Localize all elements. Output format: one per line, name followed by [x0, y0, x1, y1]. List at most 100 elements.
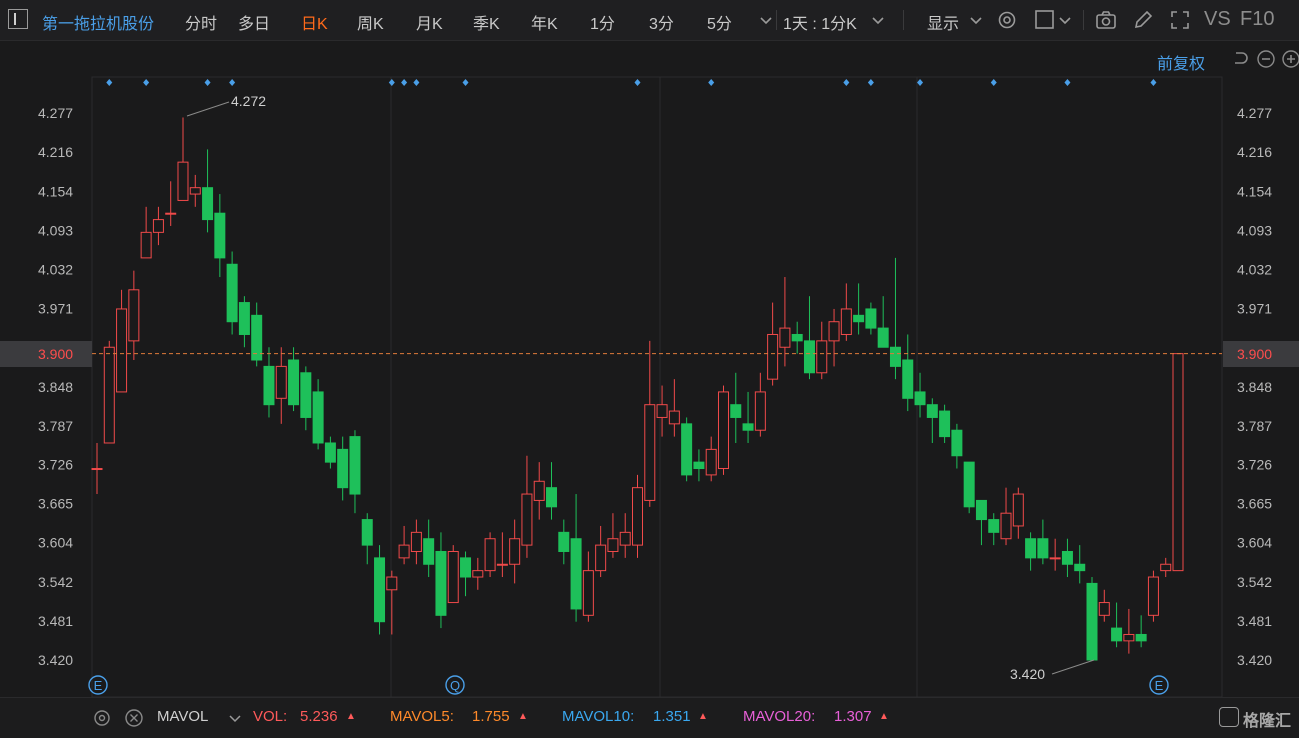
earnings-badge-label: E	[1155, 678, 1164, 693]
candle-up	[840, 308, 852, 335]
candle-down	[939, 410, 951, 438]
candle-up	[386, 576, 398, 591]
candle-up	[189, 187, 201, 195]
watermark: 格隆汇	[1243, 713, 1292, 730]
candlestick-chart[interactable]: 4.277 4.277 4.216 4.216 4.154 4.154 4.093 4.093…	[0, 0, 1299, 697]
candle-up	[484, 538, 496, 572]
candle-up	[632, 487, 643, 546]
candle-down	[226, 263, 238, 323]
price-tick-right: 3.420	[1237, 652, 1272, 668]
candle-down	[214, 212, 226, 259]
candle-down	[963, 461, 975, 508]
mavol10-label: MAVOL10:	[562, 708, 635, 725]
candle-down	[975, 499, 987, 521]
earnings-badge-label: E	[94, 678, 103, 693]
price-tick-left: 3.848	[38, 379, 73, 395]
price-tick-left: 3.604	[38, 535, 73, 551]
price-tick-right: 3.604	[1237, 535, 1272, 551]
candles	[91, 117, 1184, 661]
candle-down	[460, 557, 472, 578]
candle-down	[865, 308, 877, 329]
candle-up	[705, 448, 717, 476]
price-tick-left: 3.971	[38, 300, 73, 316]
candle-down	[374, 557, 386, 623]
gear-icon[interactable]	[92, 708, 112, 728]
price-tick-left: 3.420	[38, 652, 73, 668]
candle-up	[816, 340, 828, 374]
price-tick-left: 4.032	[38, 261, 73, 277]
candle-up	[1012, 493, 1024, 527]
candle-down	[988, 519, 1000, 533]
price-tick-right: 3.542	[1237, 574, 1272, 590]
candle-down	[238, 302, 250, 335]
chart-grid	[91, 76, 1223, 697]
event-marker-icon	[990, 79, 997, 86]
candle-up	[103, 346, 115, 444]
event-marker-icon	[401, 79, 408, 86]
candle-down	[288, 359, 300, 406]
price-tick-right: 4.032	[1237, 261, 1272, 277]
candle-up	[165, 212, 177, 215]
candle-up	[509, 538, 521, 565]
candle-down	[1061, 550, 1073, 565]
candle-down	[300, 372, 312, 418]
price-tick-left: 4.277	[38, 105, 73, 121]
price-tick-right: 3.726	[1237, 457, 1272, 473]
close-icon[interactable]	[124, 708, 144, 728]
event-markers	[106, 79, 1157, 86]
candle-up	[754, 391, 766, 431]
event-marker-icon	[143, 79, 150, 86]
event-marker-icon	[708, 79, 715, 86]
candle-up	[91, 468, 103, 471]
candle-up	[619, 531, 631, 546]
candle-up	[767, 333, 779, 380]
event-marker-icon	[867, 79, 874, 86]
candle-down	[1037, 538, 1049, 559]
candle-up	[779, 327, 791, 348]
mavol20-label: MAVOL20:	[743, 708, 816, 725]
candle-down	[324, 442, 336, 463]
event-marker-icon	[204, 79, 211, 86]
candle-down	[791, 333, 803, 342]
candle-up	[1147, 576, 1159, 616]
candle-down	[558, 531, 570, 552]
indicator-name[interactable]: MAVOL	[157, 708, 208, 725]
event-marker-icon	[413, 79, 420, 86]
candle-up	[447, 550, 459, 604]
candle-up	[1000, 512, 1012, 540]
candle-down	[926, 404, 938, 418]
qa-badge[interactable]: Q	[445, 675, 465, 695]
candle-up	[533, 480, 545, 501]
up-arrow-icon: ▲	[518, 711, 528, 722]
chevron-down-icon[interactable]	[226, 708, 244, 728]
candle-down	[914, 391, 926, 406]
up-arrow-icon: ▲	[698, 711, 708, 722]
mavol20-value: 1.307	[834, 708, 872, 725]
candle-up	[116, 308, 128, 393]
price-tick-right: 3.971	[1237, 300, 1272, 316]
price-tick-right: 4.093	[1237, 222, 1272, 238]
candle-down	[1074, 563, 1086, 572]
price-tick-right: 4.154	[1237, 184, 1272, 200]
event-marker-icon	[1150, 79, 1157, 86]
candle-up	[472, 570, 484, 578]
event-marker-icon	[634, 79, 641, 86]
candle-down	[312, 391, 324, 444]
candle-down	[877, 327, 889, 348]
current-price-left: 3.900	[38, 346, 73, 362]
price-tick-right: 3.848	[1237, 379, 1272, 395]
price-tick-right: 4.277	[1237, 105, 1272, 121]
up-arrow-icon: ▲	[346, 711, 356, 722]
candle-up	[1123, 633, 1135, 642]
earnings-badge[interactable]: E	[1149, 675, 1169, 695]
candle-up	[1098, 602, 1110, 616]
candle-down	[570, 538, 582, 610]
price-tick-left: 3.665	[38, 496, 73, 512]
candle-up	[1049, 557, 1061, 560]
high-label-leader	[186, 101, 230, 117]
candle-up	[140, 231, 152, 259]
candle-down	[742, 423, 754, 431]
candle-down	[902, 359, 914, 399]
price-tick-left: 4.154	[38, 184, 73, 200]
candle-down	[349, 436, 361, 495]
